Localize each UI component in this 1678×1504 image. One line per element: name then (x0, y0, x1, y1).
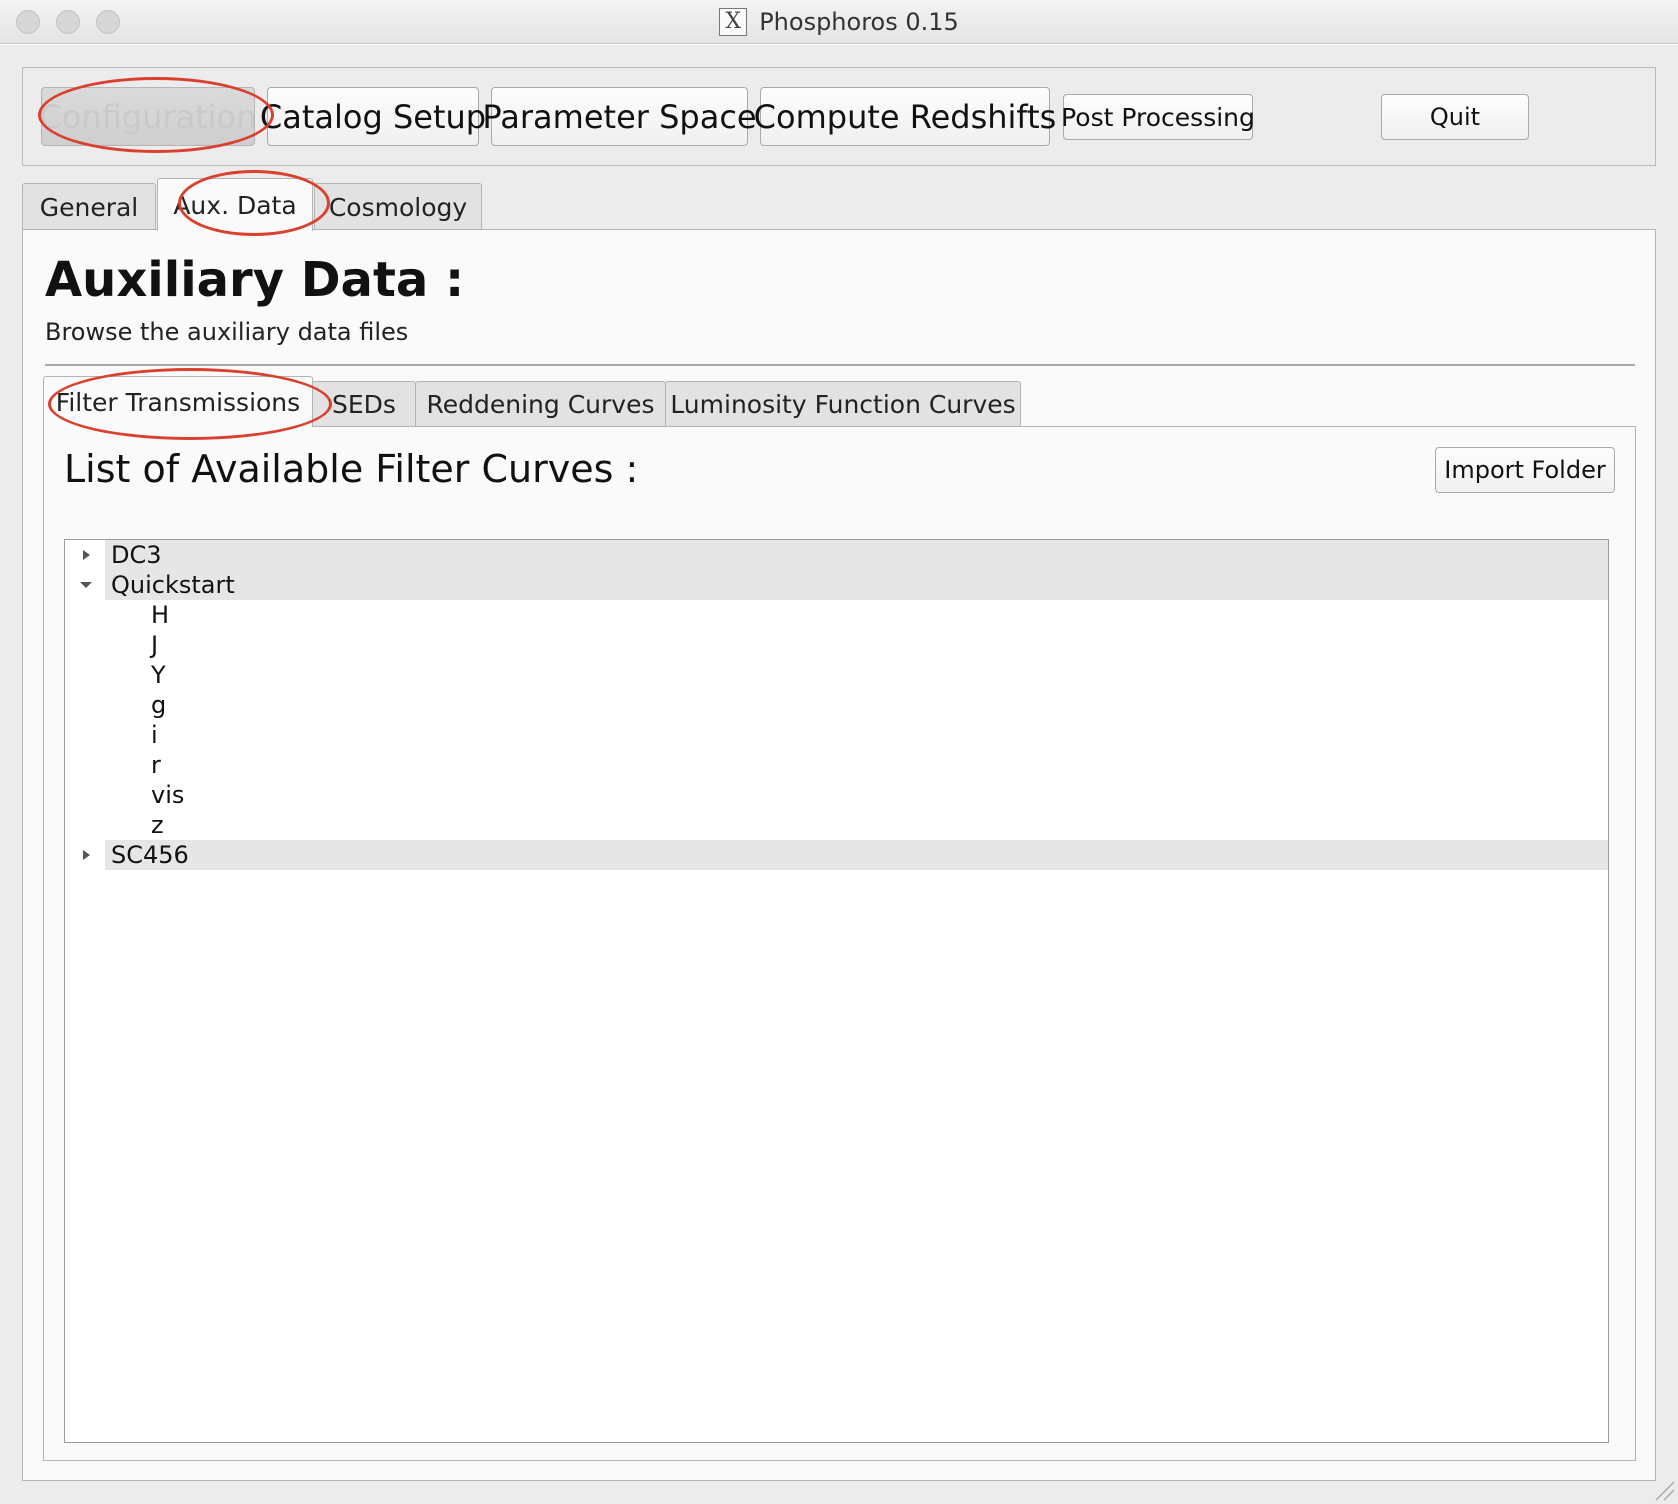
import-folder-button[interactable]: Import Folder (1435, 447, 1615, 493)
tree-item-h[interactable]: H (65, 600, 1608, 630)
filter-tree[interactable]: DC3 Quickstart H J Y g i r vis z SC456 (64, 539, 1609, 1443)
tree-group-quickstart[interactable]: Quickstart (65, 570, 1608, 600)
tree-item-g[interactable]: g (65, 690, 1608, 720)
aux-data-panel: Auxiliary Data : Browse the auxiliary da… (22, 229, 1656, 1481)
tree-item-i[interactable]: i (65, 720, 1608, 750)
window-title: Phosphoros 0.15 (759, 8, 959, 36)
tab-filter-transmissions[interactable]: Filter Transmissions (43, 376, 313, 427)
quit-button[interactable]: Quit (1381, 94, 1529, 140)
filter-transmissions-panel: List of Available Filter Curves : Import… (43, 426, 1636, 1461)
tree-item-j[interactable]: J (65, 630, 1608, 660)
chevron-right-icon[interactable] (79, 548, 93, 562)
page-subtitle: Browse the auxiliary data files (45, 318, 409, 346)
tree-group-label: Quickstart (111, 571, 235, 599)
window-body: Configuration Catalog Setup Parameter Sp… (0, 45, 1678, 1504)
list-title: List of Available Filter Curves : (64, 447, 639, 491)
divider (45, 364, 1635, 366)
tab-aux-data[interactable]: Aux. Data (157, 178, 313, 231)
compute-redshifts-button[interactable]: Compute Redshifts (754, 87, 1056, 146)
title-bar: X Phosphoros 0.15 (0, 0, 1678, 44)
tree-group-dc3[interactable]: DC3 (65, 540, 1608, 570)
tree-group-label: DC3 (111, 541, 162, 569)
tree-item-z[interactable]: z (65, 810, 1608, 840)
tab-luminosity-function-curves[interactable]: Luminosity Function Curves (665, 381, 1021, 427)
tree-item-label: Y (151, 661, 166, 689)
chevron-right-icon[interactable] (79, 848, 93, 862)
tab-general[interactable]: General (22, 183, 156, 231)
main-toolbar: Configuration Catalog Setup Parameter Sp… (22, 67, 1656, 166)
tab-cosmology[interactable]: Cosmology (314, 183, 482, 231)
tab-seds[interactable]: SEDs (312, 381, 416, 427)
tree-item-y[interactable]: Y (65, 660, 1608, 690)
resize-grip-icon[interactable] (1652, 1478, 1676, 1502)
catalog-setup-button[interactable]: Catalog Setup (260, 87, 486, 146)
tree-group-label: SC456 (111, 841, 189, 869)
tree-item-label: J (151, 631, 159, 659)
x11-icon: X (719, 8, 748, 36)
tree-item-r[interactable]: r (65, 750, 1608, 780)
tree-item-label: i (151, 721, 158, 749)
tree-item-label: g (151, 691, 167, 719)
post-processing-button[interactable]: Post Processing (1061, 94, 1255, 140)
tree-item-label: vis (151, 781, 185, 809)
configuration-button[interactable]: Configuration (40, 87, 257, 146)
tab-reddening-curves[interactable]: Reddening Curves (415, 381, 666, 427)
tree-group-sc456[interactable]: SC456 (65, 840, 1608, 870)
tree-item-label: z (151, 811, 164, 839)
page-title: Auxiliary Data : (45, 252, 465, 308)
tree-item-label: r (151, 751, 161, 779)
parameter-space-button[interactable]: Parameter Space (482, 87, 757, 146)
tree-item-label: H (151, 601, 170, 629)
tree-item-vis[interactable]: vis (65, 780, 1608, 810)
chevron-down-icon[interactable] (79, 578, 93, 592)
